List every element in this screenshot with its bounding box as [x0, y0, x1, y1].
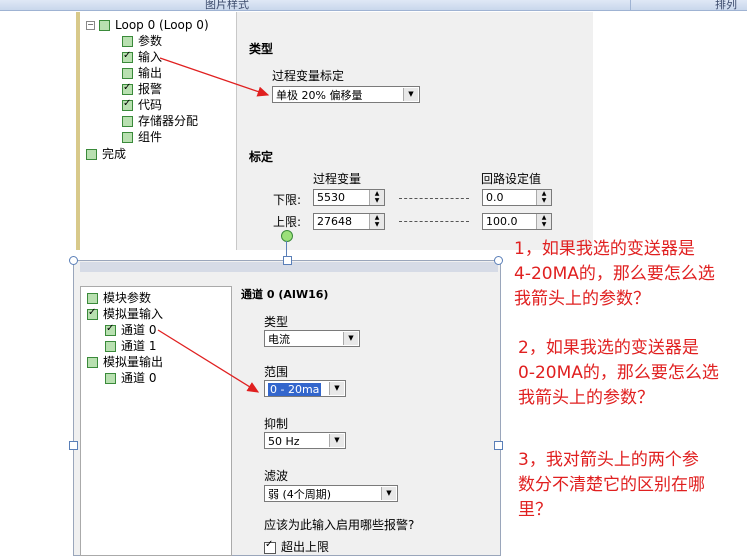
arrow-to-range	[157, 329, 260, 393]
arrow-to-pv-scale	[159, 57, 270, 97]
question-line: 我箭头上的参数？	[518, 388, 654, 408]
question-line: 数分不清楚它的区别在哪	[518, 475, 705, 495]
question-2: 2，如果我选的变送器是 0-20MA的，那么要怎么选 我箭头上的参数？	[518, 336, 719, 411]
question-line: 3，我对箭头上的两个参	[518, 450, 699, 470]
question-line: 4-20MA的，那么要怎么选	[514, 264, 715, 284]
question-3: 3，我对箭头上的两个参 数分不清楚它的区别在哪 里？	[518, 448, 705, 523]
question-line: 2，如果我选的变送器是	[518, 338, 699, 358]
question-line: 里？	[518, 500, 552, 520]
question-1: 1，如果我选的变送器是 4-20MA的，那么要怎么选 我箭头上的参数？	[514, 237, 715, 312]
question-line: 1，如果我选的变送器是	[514, 239, 695, 259]
question-line: 0-20MA的，那么要怎么选	[518, 363, 719, 383]
question-line: 我箭头上的参数？	[514, 289, 650, 309]
